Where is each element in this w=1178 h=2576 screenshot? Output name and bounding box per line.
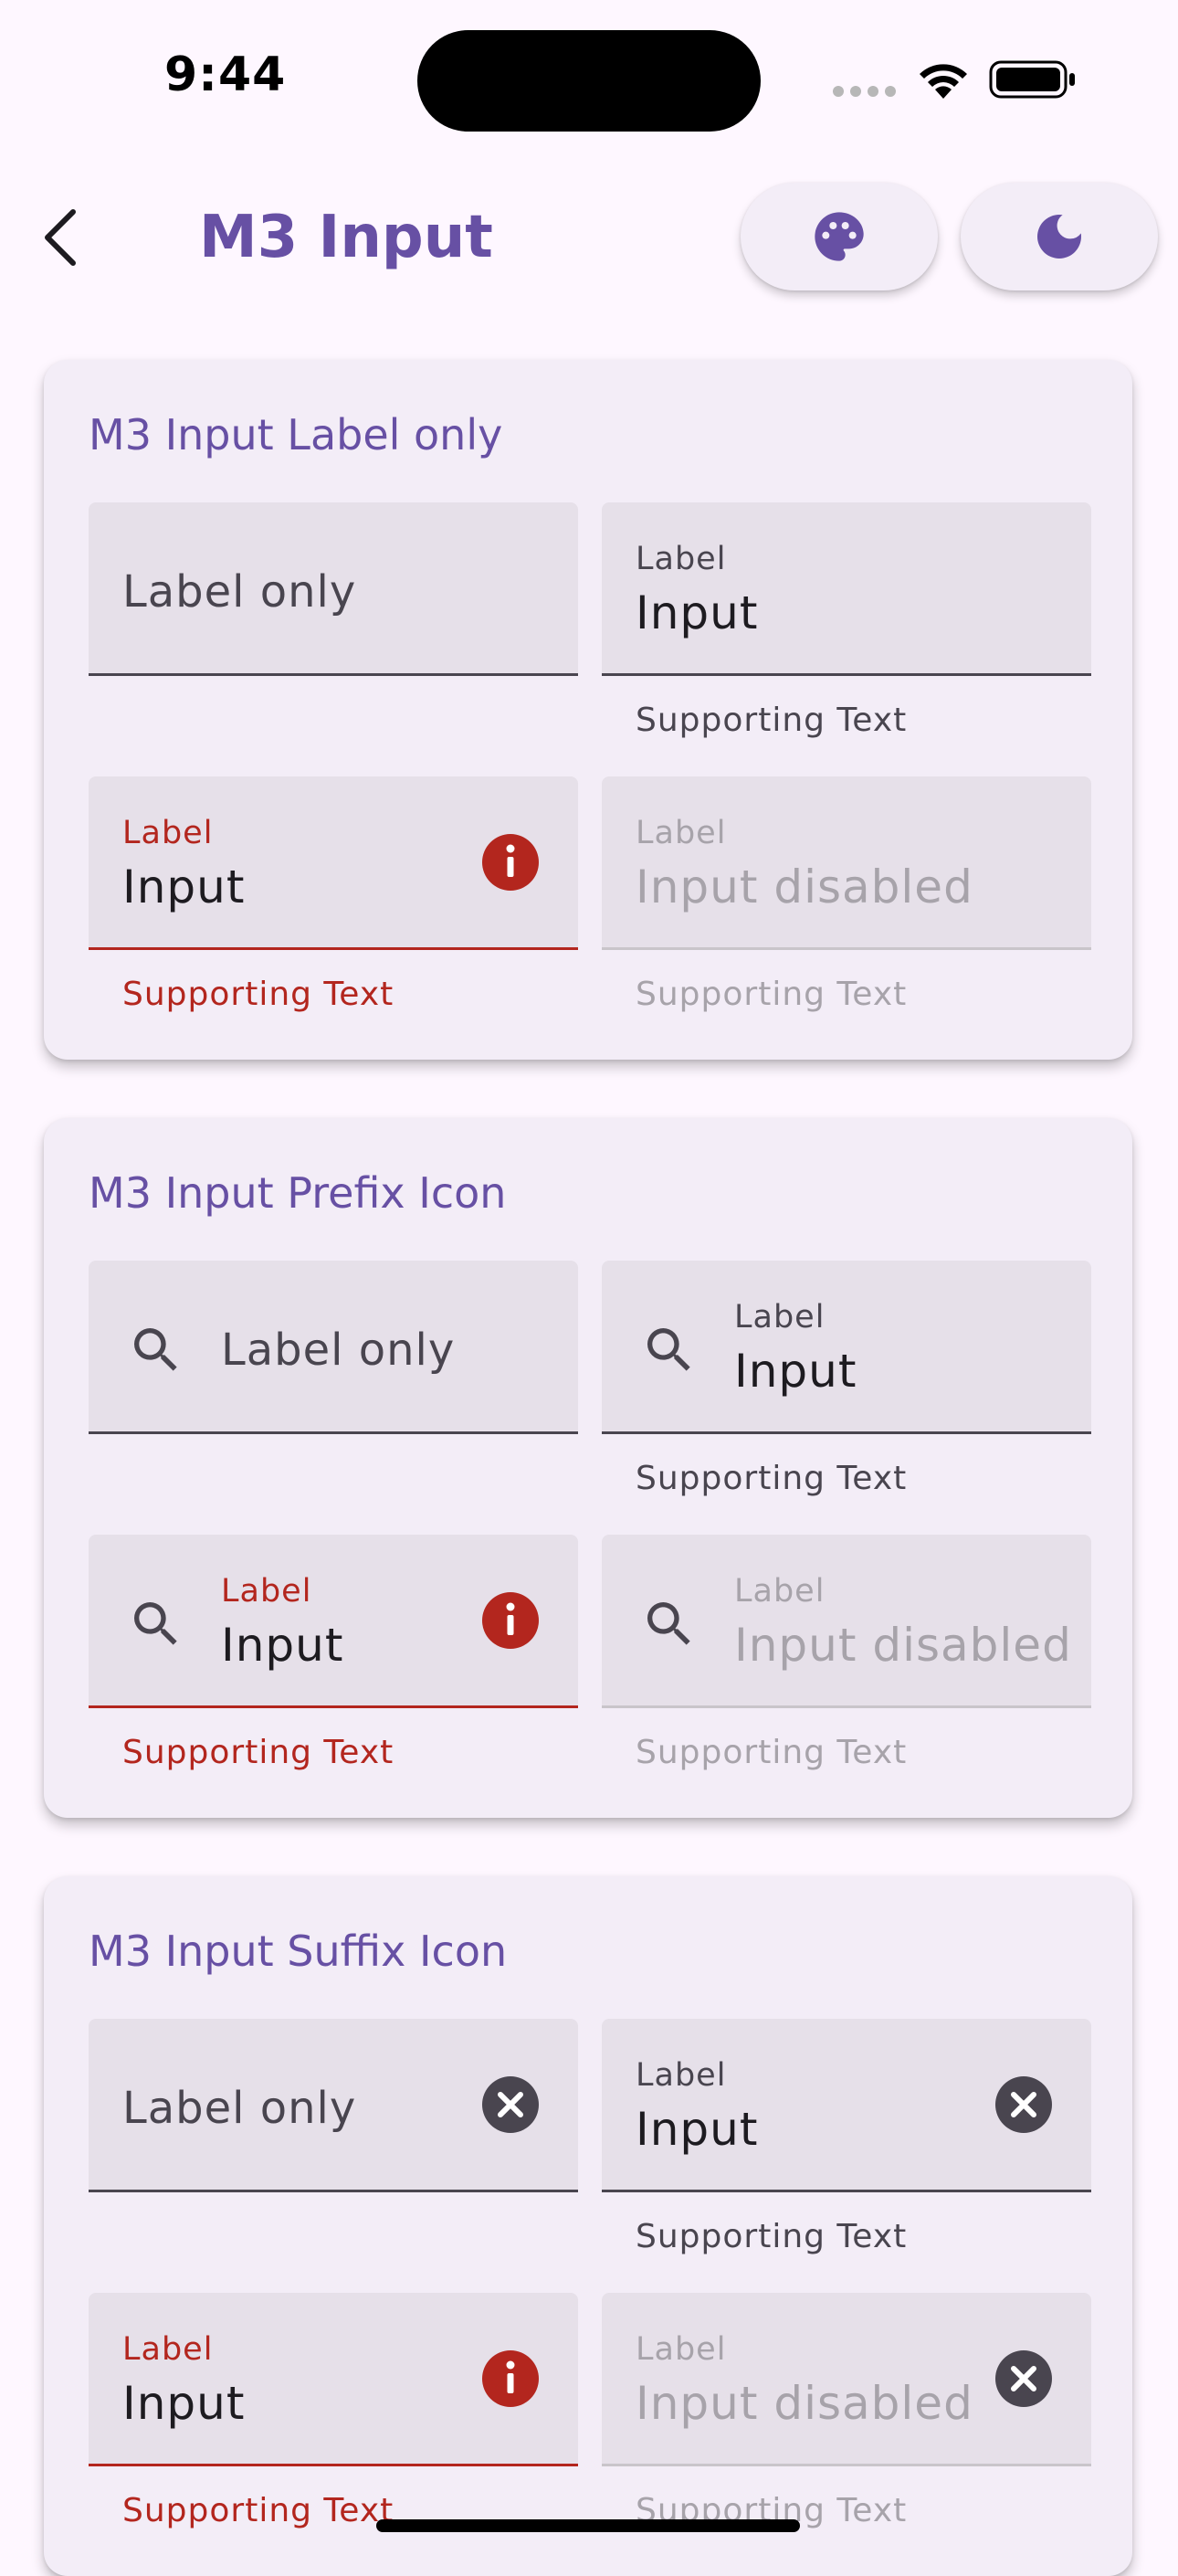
- card-title: M3 Input Suffix Icon: [89, 1927, 508, 1976]
- clear-icon: [994, 2349, 1053, 2408]
- text-field[interactable]: Label only: [89, 1261, 578, 1434]
- field-value: Input: [221, 1619, 344, 1672]
- moon-icon: [1037, 215, 1081, 259]
- field-label: Label: [122, 815, 214, 851]
- text-field-disabled: Label Input disabled: [602, 2293, 1091, 2466]
- field-value: Input: [734, 1345, 857, 1398]
- field-label: Label: [636, 541, 727, 577]
- field-label: Label: [734, 1299, 826, 1336]
- error-info-icon: [481, 833, 540, 892]
- text-field-error[interactable]: Label Input: [89, 2293, 578, 2466]
- dynamic-island: [417, 30, 761, 132]
- field-label: Label: [636, 815, 727, 851]
- card-label-only: M3 Input Label only Label only Label Input…: [44, 360, 1132, 1060]
- wifi-icon: [920, 64, 967, 99]
- text-field-error[interactable]: Label Input: [89, 1535, 578, 1708]
- card-title: M3 Input Prefix Icon: [89, 1168, 507, 1218]
- field-label: Label: [734, 1573, 826, 1610]
- card-title: M3 Input Label only: [89, 410, 503, 459]
- search-icon: [127, 1595, 185, 1657]
- clear-icon[interactable]: [481, 2075, 540, 2134]
- supporting-text: Supporting Text: [636, 976, 908, 1013]
- app-bar: M3 Input: [0, 174, 1178, 301]
- dark-mode-button[interactable]: [961, 183, 1158, 290]
- field-label: Label: [636, 2331, 727, 2368]
- card-suffix-icon: M3 Input Suffix Icon Label only Label Inpu…: [44, 1876, 1132, 2576]
- field-value: Input disabled: [636, 2377, 973, 2430]
- clear-icon[interactable]: [994, 2075, 1053, 2134]
- field-label: Label only: [122, 566, 357, 618]
- field-label: Label only: [221, 1325, 456, 1376]
- field-value: Input disabled: [734, 1619, 1072, 1672]
- back-arrow-icon[interactable]: [27, 201, 91, 274]
- home-indicator: [376, 2519, 800, 2532]
- text-field[interactable]: Label only: [89, 502, 578, 676]
- field-label: Label: [221, 1573, 312, 1610]
- supporting-text: Supporting Text: [636, 2218, 908, 2255]
- palette-icon: [815, 212, 864, 261]
- search-icon: [640, 1321, 699, 1383]
- error-info-icon: [481, 2349, 540, 2408]
- text-field[interactable]: Label Input: [602, 1261, 1091, 1434]
- text-field-error[interactable]: Label Input: [89, 776, 578, 950]
- status-time: 9:44: [164, 48, 287, 102]
- page-title: M3 Input: [199, 204, 493, 271]
- field-value: Input: [122, 2377, 246, 2430]
- card-prefix-icon: M3 Input Prefix Icon Label only Label Inpu…: [44, 1118, 1132, 1818]
- text-field-disabled: Label Input disabled: [602, 776, 1091, 950]
- status-bar: 9:44: [0, 0, 1178, 155]
- supporting-text: Supporting Text: [122, 976, 394, 1013]
- field-label: Label only: [122, 2083, 357, 2134]
- supporting-text: Supporting Text: [636, 1460, 908, 1497]
- field-value: Input: [122, 860, 246, 913]
- search-icon: [127, 1321, 185, 1383]
- search-icon: [640, 1595, 699, 1657]
- text-field[interactable]: Label Input: [602, 2019, 1091, 2192]
- theme-palette-button[interactable]: [741, 183, 938, 290]
- supporting-text: Supporting Text: [636, 702, 908, 739]
- field-value: Input: [636, 2103, 759, 2156]
- text-field[interactable]: Label Input: [602, 502, 1091, 676]
- field-value: Input: [636, 586, 759, 639]
- error-info-icon: [481, 1591, 540, 1650]
- text-field-disabled: Label Input disabled: [602, 1535, 1091, 1708]
- supporting-text: Supporting Text: [122, 1734, 394, 1771]
- supporting-text: Supporting Text: [122, 2492, 394, 2529]
- signal-dots-icon: [833, 86, 897, 97]
- text-field[interactable]: Label only: [89, 2019, 578, 2192]
- field-label: Label: [636, 2057, 727, 2094]
- field-value: Input disabled: [636, 860, 973, 913]
- battery-icon: [989, 60, 1075, 99]
- field-label: Label: [122, 2331, 214, 2368]
- supporting-text: Supporting Text: [636, 1734, 908, 1771]
